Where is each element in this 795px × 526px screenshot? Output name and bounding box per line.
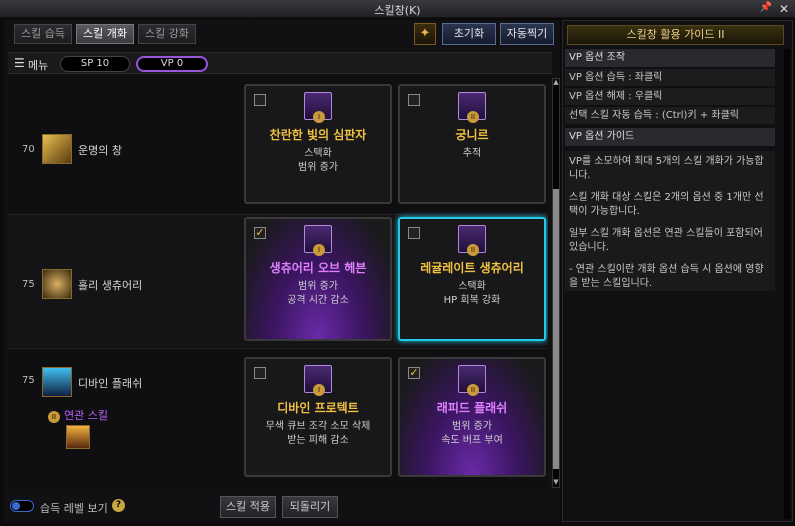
skill-name: 운명의 창 [78, 144, 122, 157]
skill-panel: 스킬 습득 스킬 개화 스킬 강화 ✦ 초기화 자동찍기 ☰ 메뉴 SP 10 … [4, 20, 560, 522]
option-line: 스택화 [458, 281, 486, 292]
option-sanctuary-icon: II [458, 225, 486, 256]
skill-row: 75 홀리 생츄어리 ✓ I 생츄어리 오브 헤븐 범위 증가 공격 시간 감소… [8, 214, 548, 346]
bloom-option-card[interactable]: II 궁니르 추적 [398, 84, 546, 204]
skill-level: 70 [22, 144, 35, 155]
skill-row: 70 운명의 창 I 찬란한 빛의 심판자 스택화 범위 증가 II 궁니르 추… [8, 78, 548, 212]
vp-counter: VP 0 [136, 56, 208, 72]
option-sanctuary-icon: I [304, 225, 332, 256]
option-flash-icon: I [304, 365, 332, 396]
guide-title: 스킬창 활용 가이드 II [567, 25, 784, 45]
revert-button[interactable]: 되돌리기 [282, 496, 338, 518]
option-title: 생츄어리 오브 헤븐 [269, 261, 367, 275]
toggle-knob [12, 502, 20, 510]
sp-counter: SP 10 [60, 56, 130, 72]
skill-list-scrollbar[interactable]: ▲ ▼ [552, 78, 560, 488]
roman-badge: I [313, 384, 325, 396]
option-line: 범위 증가 [298, 162, 338, 173]
skill-row: 75 디바인 플래쉬 II 연관 스킬 I 디바인 프로텍트 무색 큐브 조각 소… [8, 348, 548, 488]
option-title: 찬란한 빛의 심판자 [269, 128, 367, 142]
guide-section-header: VP 옵션 가이드 [565, 128, 775, 146]
option-line: HP 회복 강화 [443, 295, 501, 306]
guide-section-header: VP 옵션 조작 [565, 49, 775, 67]
bloom-option-card[interactable]: I 찬란한 빛의 심판자 스택화 범위 증가 [244, 84, 392, 204]
option-title: 레귤레이트 생츄어리 [420, 261, 524, 275]
learn-level-toggle[interactable] [10, 500, 34, 512]
option-flash-icon: II [458, 365, 486, 396]
option-checkbox[interactable] [408, 227, 420, 239]
skill-name: 홀리 생츄어리 [78, 279, 143, 292]
guide-paragraph: 스킬 개화 대상 스킬은 2개의 옵션 중 1개만 선택이 가능합니다. [569, 192, 764, 217]
guide-scrollbar[interactable] [784, 49, 790, 519]
option-checkbox[interactable] [408, 94, 420, 106]
spear-skill-icon[interactable] [42, 134, 72, 164]
tab-skill-learn[interactable]: 스킬 습득 [14, 24, 72, 44]
help-icon[interactable]: ? [112, 499, 125, 512]
bloom-option-card[interactable]: ✓ I 생츄어리 오브 헤븐 범위 증가 공격 시간 감소 [244, 217, 392, 341]
bloom-option-card[interactable]: I 디바인 프로텍트 무색 큐브 조각 소모 삭제 받는 피해 감소 [244, 357, 392, 477]
pin-icon[interactable]: 📌 [759, 2, 773, 16]
scroll-up-icon[interactable]: ▲ [552, 78, 560, 88]
option-line: 속도 버프 부여 [441, 435, 503, 446]
roman-badge: I [313, 244, 325, 256]
bloom-option-card[interactable]: II 레귤레이트 생츄어리 스택화 HP 회복 강화 [398, 217, 546, 341]
reset-button[interactable]: 초기화 [442, 23, 496, 45]
flower-icon: ✦ [419, 26, 431, 41]
sanctuary-skill-icon[interactable] [42, 269, 72, 299]
guide-panel: 스킬창 활용 가이드 II VP 옵션 조작 VP 옵션 습득 : 좌클릭 VP… [562, 20, 793, 522]
related-skill-text: 연관 스킬 [64, 409, 108, 422]
roman-badge: II [467, 111, 479, 123]
roman-badge-icon: II [48, 411, 60, 423]
guide-paragraph: VP를 소모하여 최대 5개의 스킬 개화가 가능합니다. [569, 156, 764, 181]
skill-level: 75 [22, 375, 35, 386]
menu-bar: ☰ 메뉴 SP 10 VP 0 [8, 52, 552, 74]
skill-list: 70 운명의 창 I 찬란한 빛의 심판자 스택화 범위 증가 II 궁니르 추… [8, 78, 548, 488]
flash-skill-icon[interactable] [42, 367, 72, 397]
preset-icon-button[interactable]: ✦ [414, 23, 436, 45]
option-title: 디바인 프로텍트 [277, 401, 359, 415]
roman-badge: II [467, 384, 479, 396]
option-spear-icon: II [458, 92, 486, 123]
related-skill-icon[interactable] [66, 425, 90, 449]
auto-assign-button[interactable]: 자동찍기 [500, 23, 554, 45]
learn-level-label: 습득 레벨 보기 [40, 502, 108, 515]
scrollbar-thumb[interactable] [553, 189, 559, 469]
option-line: 스택화 [304, 148, 332, 159]
option-spear-icon: I [304, 92, 332, 123]
hamburger-icon[interactable]: ☰ [14, 56, 25, 70]
apply-skill-button[interactable]: 스킬 적용 [220, 496, 276, 518]
guide-item: VP 옵션 해제 : 우클릭 [565, 88, 775, 106]
scroll-down-icon[interactable]: ▼ [552, 478, 560, 488]
option-checkbox-checked[interactable]: ✓ [408, 367, 420, 379]
skill-level: 75 [22, 279, 35, 290]
window-title: 스킬창(K) [374, 4, 421, 17]
close-icon[interactable]: ✕ [777, 2, 791, 16]
roman-badge: I [313, 111, 325, 123]
menu-label[interactable]: 메뉴 [28, 57, 48, 73]
option-title: 래피드 플래쉬 [436, 401, 508, 415]
option-line: 공격 시간 감소 [287, 295, 349, 306]
bloom-option-card[interactable]: ✓ II 래피드 플래쉬 범위 증가 속도 버프 부여 [398, 357, 546, 477]
tab-skill-enhance[interactable]: 스킬 강화 [138, 24, 196, 44]
option-line: 범위 증가 [298, 281, 338, 292]
option-checkbox[interactable] [254, 367, 266, 379]
window-titlebar: 스킬창(K) 📌 ✕ [0, 0, 795, 18]
option-line: 범위 증가 [452, 421, 492, 432]
option-checkbox-checked[interactable]: ✓ [254, 227, 266, 239]
option-line: 무색 큐브 조각 소모 삭제 [265, 421, 371, 432]
skill-name: 디바인 플래쉬 [78, 377, 143, 390]
option-line: 추적 [462, 148, 482, 159]
guide-item: VP 옵션 습득 : 좌클릭 [565, 69, 775, 87]
roman-badge: II [467, 244, 479, 256]
related-skill-label: II 연관 스킬 [48, 407, 108, 423]
tab-skill-bloom[interactable]: 스킬 개화 [76, 24, 134, 44]
option-line: 받는 피해 감소 [287, 435, 349, 446]
guide-paragraph: - 연관 스킬이란 개화 옵션 습득 시 옵션에 영향을 받는 스킬입니다. [569, 264, 764, 289]
option-checkbox[interactable] [254, 94, 266, 106]
guide-text: VP를 소모하여 최대 5개의 스킬 개화가 가능합니다. 스킬 개화 대상 스… [565, 151, 775, 291]
guide-item: 선택 스킬 자동 습득 : (Ctrl)키 + 좌클릭 [565, 107, 775, 125]
guide-paragraph: 일부 스킬 개화 옵션은 연관 스킬들이 포함되어 있습니다. [569, 228, 763, 253]
option-title: 궁니르 [455, 128, 489, 142]
